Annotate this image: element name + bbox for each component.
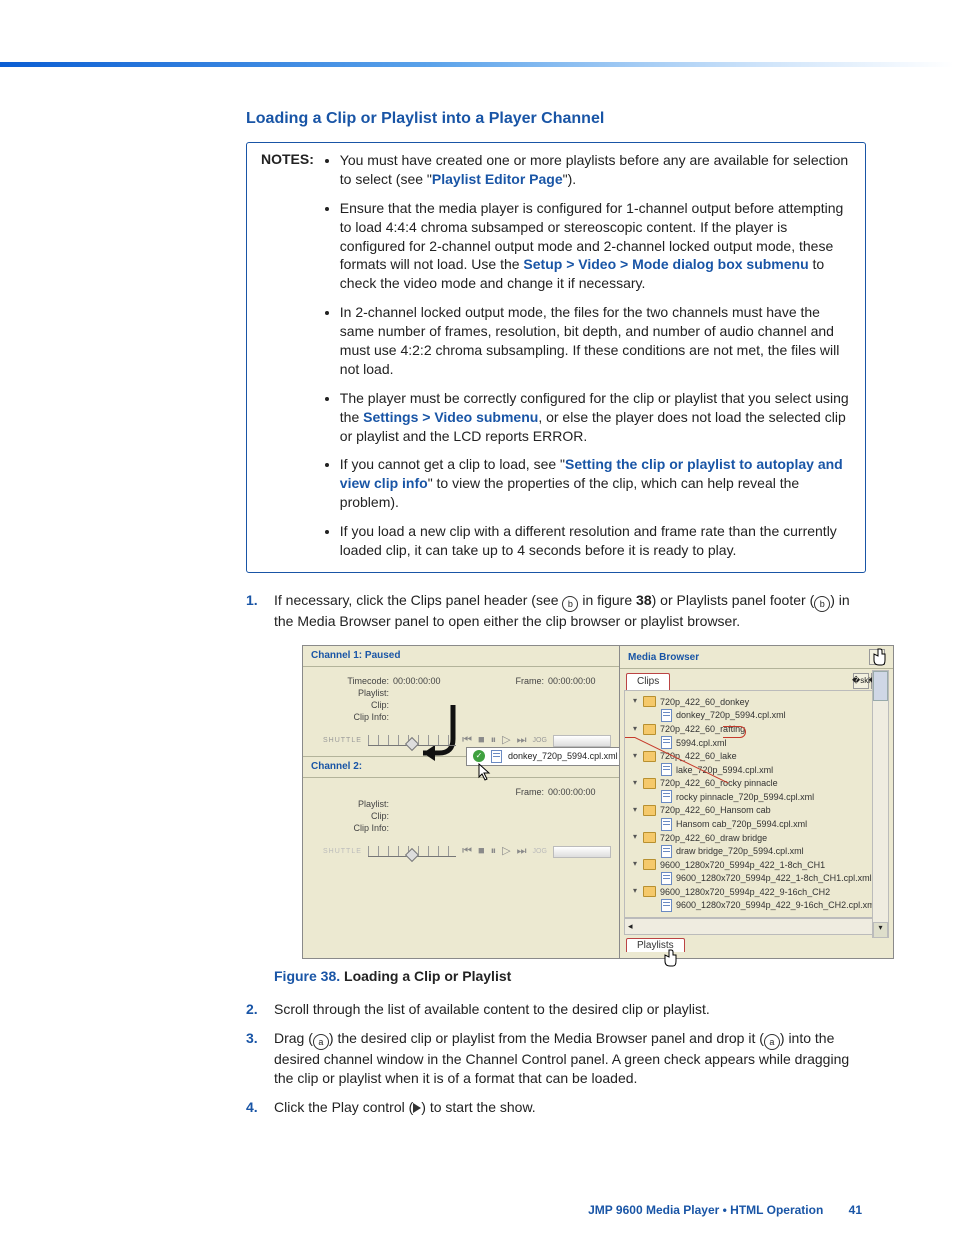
step-4: Click the Play control () to start the s… [274,1098,866,1117]
figure-caption: Figure 38. Loading a Clip or Playlist [274,967,866,986]
shuttle-slider[interactable] [368,735,456,746]
jog-slider[interactable] [553,846,611,858]
tree-folder[interactable]: ▾720p_422_60_lake [631,750,886,762]
callout-a-icon: a [313,1034,329,1050]
tree-folder[interactable]: ▾720p_422_60_rocky pinnacle [631,777,886,789]
expand-all-icon[interactable]: �ski [853,673,869,689]
file-icon [661,736,672,749]
scroll-down-icon[interactable]: ▾ [873,922,888,938]
ok-check-icon: ✓ [473,750,485,762]
tree-folder[interactable]: ▾9600_1280x720_5994p_422_1-8ch_CH1 [631,859,886,871]
shuttle-slider[interactable] [368,846,456,857]
folder-icon [643,696,656,707]
folder-icon [643,724,656,735]
file-icon [661,872,672,885]
folder-icon [643,751,656,762]
figure-38: Channel 1: Paused Timecode:00:00:00:00 F… [302,645,894,958]
file-icon [661,709,672,722]
tree-folder[interactable]: ▾9600_1280x720_5994p_422_9-16ch_CH2 [631,886,886,898]
tree-file[interactable]: Hansom cab_720p_5994.cpl.xml [661,818,886,831]
file-icon [491,750,502,763]
folder-icon [643,859,656,870]
file-icon [661,763,672,776]
file-icon [661,899,672,912]
jog-slider[interactable] [553,735,611,747]
vertical-scrollbar[interactable]: ▴ ▾ [872,670,889,937]
folder-icon [643,778,656,789]
link-setup-video-mode[interactable]: Setup > Video > Mode dialog box submenu [523,256,808,272]
file-icon [661,790,672,803]
tree-file[interactable]: draw bridge_720p_5994.cpl.xml [661,845,886,858]
tree-file[interactable]: rocky pinnacle_720p_5994.cpl.xml [661,790,886,803]
tree-folder[interactable]: ▾720p_422_60_rafting [631,723,886,735]
link-settings-video[interactable]: Settings > Video submenu [363,409,538,425]
callout-a-icon: a [764,1034,780,1050]
tree-file[interactable]: 9600_1280x720_5994p_422_1-8ch_CH1.cpl.xm… [661,872,886,885]
clip-tree[interactable]: ▾720p_422_60_donkeydonkey_720p_5994.cpl.… [624,690,889,918]
tree-folder[interactable]: ▾720p_422_60_donkey [631,696,886,708]
steps-list: If necessary, click the Clips panel head… [246,591,866,1117]
page-footer: JMP 9600 Media Player • HTML Operation 4… [588,1203,862,1217]
tree-folder[interactable]: ▾720p_422_60_draw bridge [631,832,886,844]
step-2: Scroll through the list of available con… [274,1000,866,1019]
media-browser-header: Media Browser ⤢ [620,646,893,669]
callout-cap-icon [723,726,746,738]
tree-file[interactable]: 5994.cpl.xml [661,736,886,749]
pointer-hand-icon [662,949,678,972]
tab-clips[interactable]: Clips [626,673,670,690]
section-heading: Loading a Clip or Playlist into a Player… [246,110,866,128]
step-3: Drag (a) the desired clip or playlist fr… [274,1029,866,1088]
callout-b-icon: b [562,596,578,612]
scroll-thumb[interactable] [873,671,888,701]
file-icon [661,818,672,831]
horizontal-scrollbar[interactable]: ◂▸ [624,918,889,935]
tree-file[interactable]: donkey_720p_5994.cpl.xml [661,709,886,722]
step-1: If necessary, click the Clips panel head… [274,591,866,986]
transport-controls[interactable]: ⏮■⏸▷⏭ [462,844,526,859]
tree-folder[interactable]: ▾720p_422_60_Hansom cab [631,804,886,816]
notes-label: NOTES: [261,151,318,560]
callout-b-icon: b [814,596,830,612]
notes-box: NOTES: You must have created one or more… [246,142,866,573]
notes-list: You must have created one or more playli… [340,151,851,560]
folder-icon [643,886,656,897]
pointer-hand-icon [871,648,887,671]
folder-icon [643,805,656,816]
cursor-icon [478,763,492,786]
folder-icon [643,832,656,843]
link-playlist-editor[interactable]: Playlist Editor Page [432,171,563,187]
file-icon [661,845,672,858]
tree-file[interactable]: 9600_1280x720_5994p_422_9-16ch_CH2.cpl.x… [661,899,886,912]
channel-1-header[interactable]: Channel 1: Paused [303,646,619,667]
